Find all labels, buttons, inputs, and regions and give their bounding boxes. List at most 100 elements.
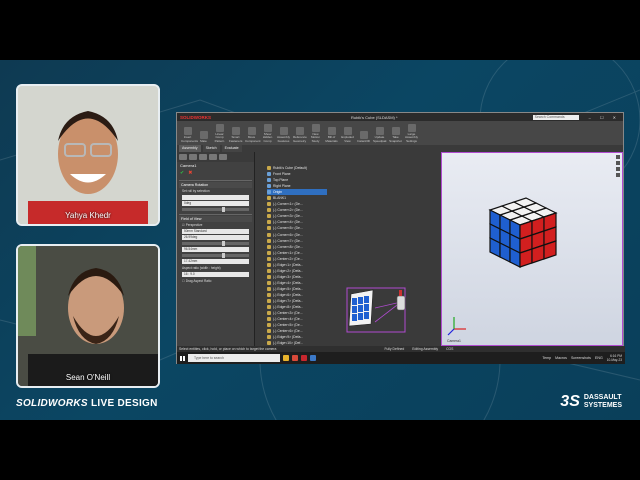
- taskbar-clock[interactable]: 6:16 PM 10-May-23: [607, 354, 622, 362]
- part-icon: [267, 293, 271, 297]
- ok-cancel: ✔ ✖: [177, 169, 254, 177]
- ribbon-label: Insert Components: [181, 135, 199, 143]
- tab-assembly[interactable]: Assembly: [179, 145, 201, 152]
- ribbon-button[interactable]: Bill of Materials: [325, 127, 338, 143]
- rotation-value-input[interactable]: 0deg: [182, 201, 249, 206]
- ribbon-icon: [247, 127, 256, 135]
- display-style-icon[interactable]: [616, 173, 620, 177]
- distance-input[interactable]: 96.54mm: [182, 247, 249, 252]
- tab-evaluate[interactable]: Evaluate: [221, 145, 242, 152]
- taskbar-search-input[interactable]: Type here to search: [188, 354, 280, 362]
- clock-date: 10-May-23: [606, 358, 622, 362]
- ribbon-icon: [215, 123, 224, 132]
- property-manager: Camera1 ✔ ✖ Camera Rotation Set roll by s…: [177, 152, 255, 346]
- perspective-checkbox[interactable]: ☑ Perspective: [179, 222, 252, 228]
- graphics-area[interactable]: [333, 152, 441, 346]
- ribbon-button[interactable]: Update Speedpak: [373, 127, 387, 143]
- ribbon-button[interactable]: Show Hidden Comp: [261, 123, 274, 144]
- part-icon: [267, 305, 271, 310]
- axis-triad-icon: [447, 317, 466, 336]
- ribbon-label: Large Assembly Settings: [405, 131, 419, 143]
- company-line1: DASSAULT: [583, 394, 622, 401]
- ribbon-button[interactable]: Smart Fasteners: [229, 127, 242, 143]
- show-title: SOLIDWORKS LIVE DESIGN: [16, 398, 158, 409]
- ribbon-icon: [327, 127, 336, 135]
- part-icon: [267, 317, 271, 322]
- app-titlebar: SOLIDWORKS Rubik's Cube (SLDASM) * Searc…: [177, 113, 623, 121]
- ribbon-button[interactable]: Linear Comp Pattern: [213, 123, 226, 144]
- ribbon-icon: [279, 127, 288, 135]
- camera-view-viewport[interactable]: Camera1: [441, 152, 623, 346]
- window-controls[interactable]: – ☐ ✕: [589, 115, 620, 120]
- view-orient-icon[interactable]: [616, 167, 620, 171]
- ribbon-label: Move Component: [245, 135, 261, 143]
- feature-tree-tab-icon[interactable]: [179, 154, 187, 160]
- camera-rotation-text: Set roll by selection: [182, 189, 210, 193]
- status-mode: Editing Assembly: [412, 347, 439, 351]
- participant-name-bottom: Sean O'Neill: [65, 373, 111, 382]
- solidworks-taskbar-icon[interactable]: [301, 355, 307, 361]
- app-logo: SOLIDWORKS: [180, 114, 211, 120]
- display-tab-icon[interactable]: [219, 154, 227, 160]
- panel-title: Camera1: [180, 163, 197, 168]
- aspect-label: Aspect ratio (width : height): [182, 266, 221, 270]
- status-defined: Fully Defined: [384, 347, 405, 351]
- ribbon-label: Bill of Materials: [325, 135, 338, 143]
- plane-icon: [267, 172, 271, 177]
- ribbon-button[interactable]: Large Assembly Settings: [405, 123, 419, 144]
- ribbon-button[interactable]: Insert Components: [181, 127, 198, 143]
- tab-sketch[interactable]: Sketch: [202, 145, 220, 152]
- ribbon-button[interactable]: Assembly Features: [277, 127, 290, 143]
- ribbon-button[interactable]: Move Component: [245, 127, 261, 143]
- ribbon-button[interactable]: Instant3D: [357, 130, 370, 144]
- roll-selection-input[interactable]: [182, 195, 249, 200]
- app-taskbar-icon[interactable]: [310, 355, 316, 361]
- rotate-icon[interactable]: [616, 161, 620, 165]
- ribbon-label: Update Speedpak: [373, 135, 387, 143]
- search-commands-input[interactable]: Search Commands: [532, 114, 579, 120]
- ribbon-button[interactable]: New Motion Study: [309, 123, 322, 144]
- part-icon: [267, 274, 271, 279]
- person-top-image: [18, 86, 158, 224]
- config-tab-icon[interactable]: [199, 154, 207, 160]
- macros-item[interactable]: Macros: [555, 356, 567, 360]
- ribbon-button[interactable]: Mate: [197, 130, 210, 144]
- ribbon-icon: [391, 127, 400, 135]
- part-icon: [267, 268, 271, 273]
- ribbon-button[interactable]: Exploded View: [341, 127, 354, 143]
- file-explorer-icon[interactable]: [283, 355, 289, 361]
- weather-text[interactable]: Temp: [542, 356, 551, 360]
- distance-slider[interactable]: [182, 253, 249, 258]
- angle-input[interactable]: 26.99deg: [182, 235, 249, 240]
- windows-start-icon[interactable]: [180, 355, 185, 361]
- ribbon-button[interactable]: Reference Geometry: [293, 127, 307, 143]
- lens-select[interactable]: 50mm Standard: [182, 229, 249, 234]
- part-icon: [267, 262, 271, 267]
- aspect-select[interactable]: 16 : 9.0: [182, 272, 249, 277]
- part-icon: [267, 214, 271, 219]
- property-tab-icon[interactable]: [189, 154, 197, 160]
- part-icon: [267, 208, 271, 213]
- status-units[interactable]: CGS: [446, 347, 453, 351]
- drag-aspect-checkbox[interactable]: ☐ Drag Aspect Ratio: [179, 278, 252, 284]
- height-input[interactable]: 17.42mm: [182, 259, 249, 264]
- cancel-x-icon[interactable]: ✖: [188, 170, 192, 176]
- zoom-icon[interactable]: [616, 155, 620, 159]
- chrome-icon[interactable]: [292, 355, 298, 361]
- system-tray: Temp Macros Screenshots ENG 6:16 PM 10-Ma…: [542, 354, 622, 362]
- ribbon-label: Linear Comp Pattern: [214, 131, 225, 143]
- part-icon: [267, 196, 271, 201]
- ribbon-icon: [183, 127, 192, 135]
- dim-tab-icon[interactable]: [209, 154, 217, 160]
- language-indicator[interactable]: ENG: [595, 356, 603, 360]
- screenshots-item[interactable]: Screenshots: [571, 356, 591, 360]
- ribbon-button[interactable]: Take Snapshot: [389, 127, 402, 143]
- ribbon-label: Instant3D: [357, 138, 370, 143]
- feature-tree: Rubik's Cube (Default) Front Plane Top Pla…: [267, 165, 327, 355]
- perspective-label: Perspective: [185, 223, 203, 227]
- rotation-slider[interactable]: [182, 207, 249, 212]
- show-brand: SOLIDWORKS: [16, 398, 88, 409]
- ok-check-icon[interactable]: ✔: [180, 170, 184, 176]
- angle-slider[interactable]: [182, 241, 249, 246]
- ribbon-label: New Motion Study: [310, 131, 320, 143]
